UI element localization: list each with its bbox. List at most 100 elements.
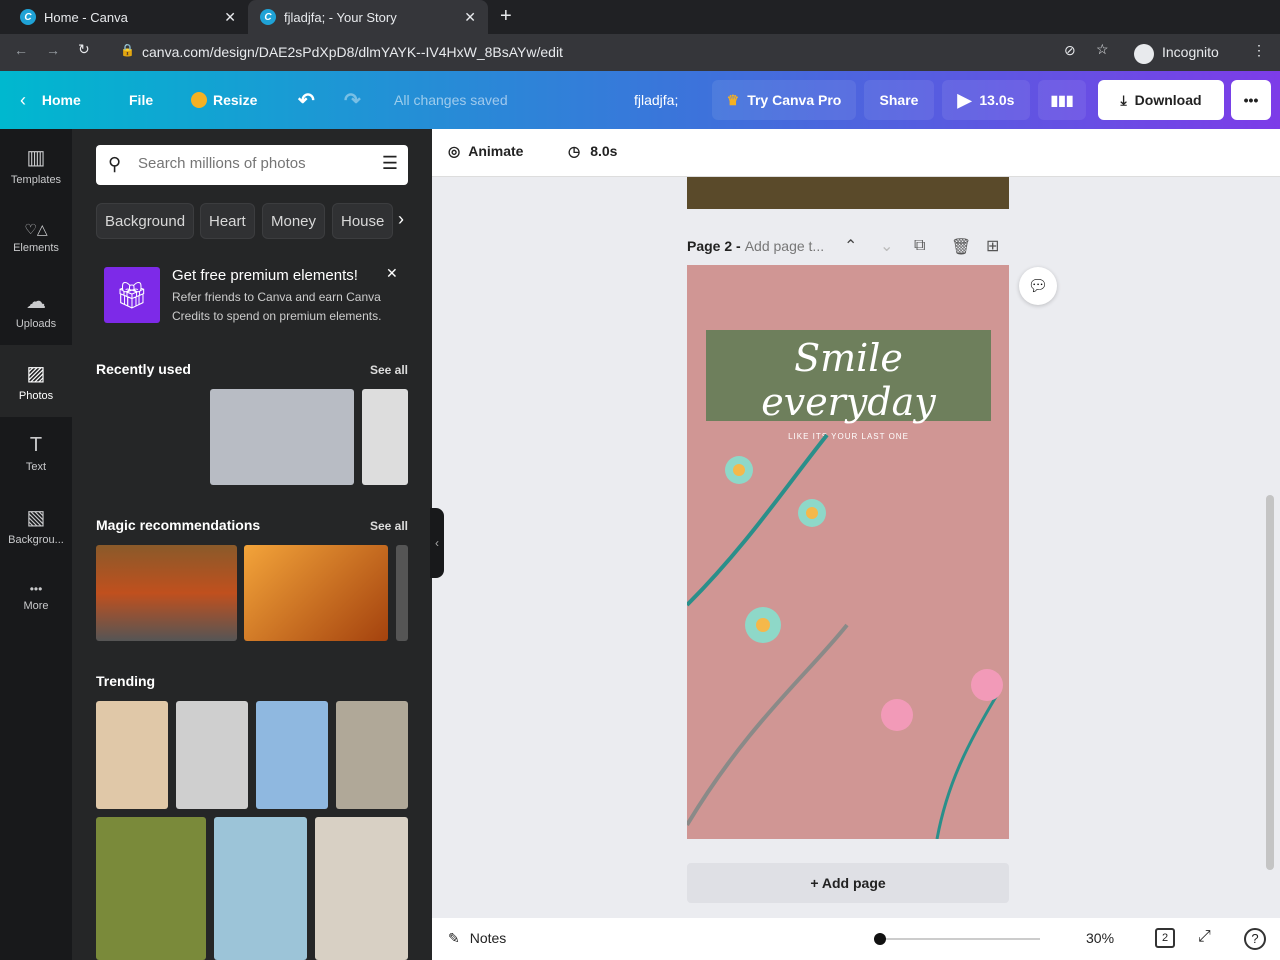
url-field[interactable]: canva.com/design/DAE2sPdXpD8/dlmYAYK--IV… [142, 44, 563, 60]
page-1-thumbnail[interactable] [687, 177, 1009, 209]
recent-photo[interactable] [96, 389, 202, 485]
crown-icon: ♛ [726, 91, 740, 108]
rail-label: Backgrou... [8, 533, 64, 546]
play-icon: ▶ [957, 89, 972, 110]
forward-icon[interactable]: → [46, 42, 60, 58]
page-duration-button[interactable]: ◷ 8.0s [568, 143, 617, 160]
filter-icon[interactable]: ☰ [382, 153, 398, 174]
zoom-slider[interactable] [874, 933, 1040, 945]
reload-icon[interactable]: ↻ [78, 41, 90, 58]
add-page-button[interactable]: + Add page [687, 863, 1009, 903]
templates-icon: ▥ [26, 146, 46, 169]
chevron-right-icon[interactable]: › [398, 209, 404, 230]
add-comment-icon[interactable]: 💬︎ [1019, 267, 1057, 305]
editor-topbar: ‹ Home File Resize ↶ ↷ All changes saved… [0, 71, 1280, 129]
search-input[interactable] [138, 155, 358, 172]
headline-text[interactable]: Smile everyday [706, 336, 991, 424]
rail-label: Photos [18, 389, 54, 402]
undo-icon[interactable]: ↶ [298, 71, 315, 129]
promo-body: Refer friends to Canva and earn Canva Cr… [172, 290, 382, 323]
home-label: Home [41, 92, 81, 108]
rail-more[interactable]: ••• More [0, 561, 72, 633]
rail-photos[interactable]: ▨ Photos [0, 345, 72, 417]
recent-photo[interactable] [362, 389, 408, 485]
vertical-scrollbar[interactable] [1266, 185, 1274, 870]
chip-house[interactable]: House [332, 203, 394, 239]
search-box[interactable]: ⚲ ☰ [96, 145, 408, 185]
notes-label: Notes [469, 930, 507, 946]
chevron-down-icon[interactable]: ⌄ [880, 236, 893, 256]
zoom-slider-handle[interactable] [874, 933, 886, 945]
rail-background[interactable]: ▧ Backgrou... [0, 489, 72, 561]
page-header: Page 2 - Add page t... [687, 238, 824, 254]
share-button[interactable]: Share [864, 80, 934, 120]
page-title-input[interactable]: Add page t... [745, 238, 824, 254]
back-icon[interactable]: ← [14, 42, 28, 58]
trending-photo[interactable] [96, 701, 168, 809]
collapse-panel-button[interactable]: ‹ [430, 508, 444, 578]
page-label: Page 2 - [687, 238, 741, 254]
recently-used-heading: Recently used [96, 361, 191, 377]
file-button[interactable]: File [129, 71, 153, 129]
photos-panel: ⚲ ☰ Background Heart Money House › 🎁︎ Ge… [72, 129, 432, 960]
chip-money[interactable]: Money [262, 203, 326, 239]
notes-icon: ✎ [448, 930, 460, 946]
magic-photo[interactable] [96, 545, 237, 641]
try-pro-button[interactable]: ♛ Try Canva Pro [712, 80, 856, 120]
incognito-icon [1134, 44, 1154, 64]
delete-page-icon[interactable]: 🗑︎ [951, 237, 971, 257]
chevron-up-icon[interactable]: ⌃ [844, 236, 857, 256]
trending-photo[interactable] [214, 817, 307, 960]
design-page-2[interactable]: Smile everyday LIKE ITS YOUR LAST ONE [687, 265, 1009, 839]
trending-photo[interactable] [256, 701, 328, 809]
home-button[interactable]: ‹ Home [20, 71, 81, 129]
trending-photo[interactable] [336, 701, 408, 809]
new-tab-icon[interactable]: + [500, 5, 512, 28]
gift-icon: 🎁︎ [104, 267, 160, 323]
magic-photo[interactable] [396, 545, 408, 641]
close-icon[interactable]: ✕ [386, 265, 398, 282]
duplicate-page-icon[interactable]: ⧉ [914, 237, 925, 255]
fullscreen-icon[interactable]: ⤢ [1198, 928, 1211, 946]
help-icon[interactable]: ? [1244, 928, 1266, 950]
rail-elements[interactable]: ♡△ Elements [0, 201, 72, 273]
trending-photo[interactable] [176, 701, 248, 809]
page-count-button[interactable]: 2 [1155, 928, 1175, 948]
chip-heart[interactable]: Heart [200, 203, 255, 239]
headline-banner[interactable]: Smile everyday LIKE ITS YOUR LAST ONE [706, 330, 991, 441]
download-button[interactable]: ⤓ Download [1098, 80, 1224, 120]
trending-photo[interactable] [96, 817, 206, 960]
magic-photo[interactable] [244, 545, 388, 641]
rail-label: Elements [13, 241, 59, 254]
close-icon[interactable]: ✕ [464, 9, 476, 26]
chevron-left-icon: ‹ [20, 89, 26, 110]
animate-button[interactable]: ◎ Animate [448, 143, 523, 160]
resize-button[interactable]: Resize [191, 71, 257, 129]
eye-off-icon[interactable]: ⊘ [1064, 42, 1076, 59]
play-button[interactable]: ▶ 13.0s [942, 80, 1030, 120]
more-button[interactable]: ••• [1231, 80, 1271, 120]
profile-label[interactable]: Incognito [1162, 44, 1219, 60]
browser-tab-bar: C Home - Canva ✕ Cfjladjfa; - Your Story ✕ … [0, 0, 1280, 34]
insights-button[interactable]: ▮▮▮ [1038, 80, 1086, 120]
rail-text[interactable]: T Text [0, 417, 72, 489]
chip-background[interactable]: Background [96, 203, 195, 239]
recent-photo[interactable] [210, 389, 354, 485]
notes-button[interactable]: ✎ Notes [448, 930, 506, 947]
browser-tab-home[interactable]: C Home - Canva ✕ [8, 0, 248, 34]
trending-photo[interactable] [315, 817, 408, 960]
see-all-magic[interactable]: See all [370, 519, 408, 533]
try-pro-label: Try Canva Pro [747, 92, 842, 108]
redo-icon[interactable]: ↷ [344, 71, 361, 129]
menu-icon[interactable]: ⋮ [1252, 42, 1266, 59]
promo-title: Get free premium elements! [172, 267, 358, 284]
rail-uploads[interactable]: ☁ Uploads [0, 273, 72, 345]
rail-templates[interactable]: ▥ Templates [0, 129, 72, 201]
add-page-icon[interactable]: ⊞ [986, 236, 999, 256]
star-icon[interactable]: ☆ [1096, 41, 1109, 58]
close-icon[interactable]: ✕ [224, 9, 236, 26]
zoom-level[interactable]: 30% [1086, 930, 1114, 946]
browser-tab-design[interactable]: Cfjladjfa; - Your Story ✕ [248, 0, 488, 34]
see-all-recent[interactable]: See all [370, 363, 408, 377]
design-title[interactable]: fjladjfa; [634, 71, 678, 129]
